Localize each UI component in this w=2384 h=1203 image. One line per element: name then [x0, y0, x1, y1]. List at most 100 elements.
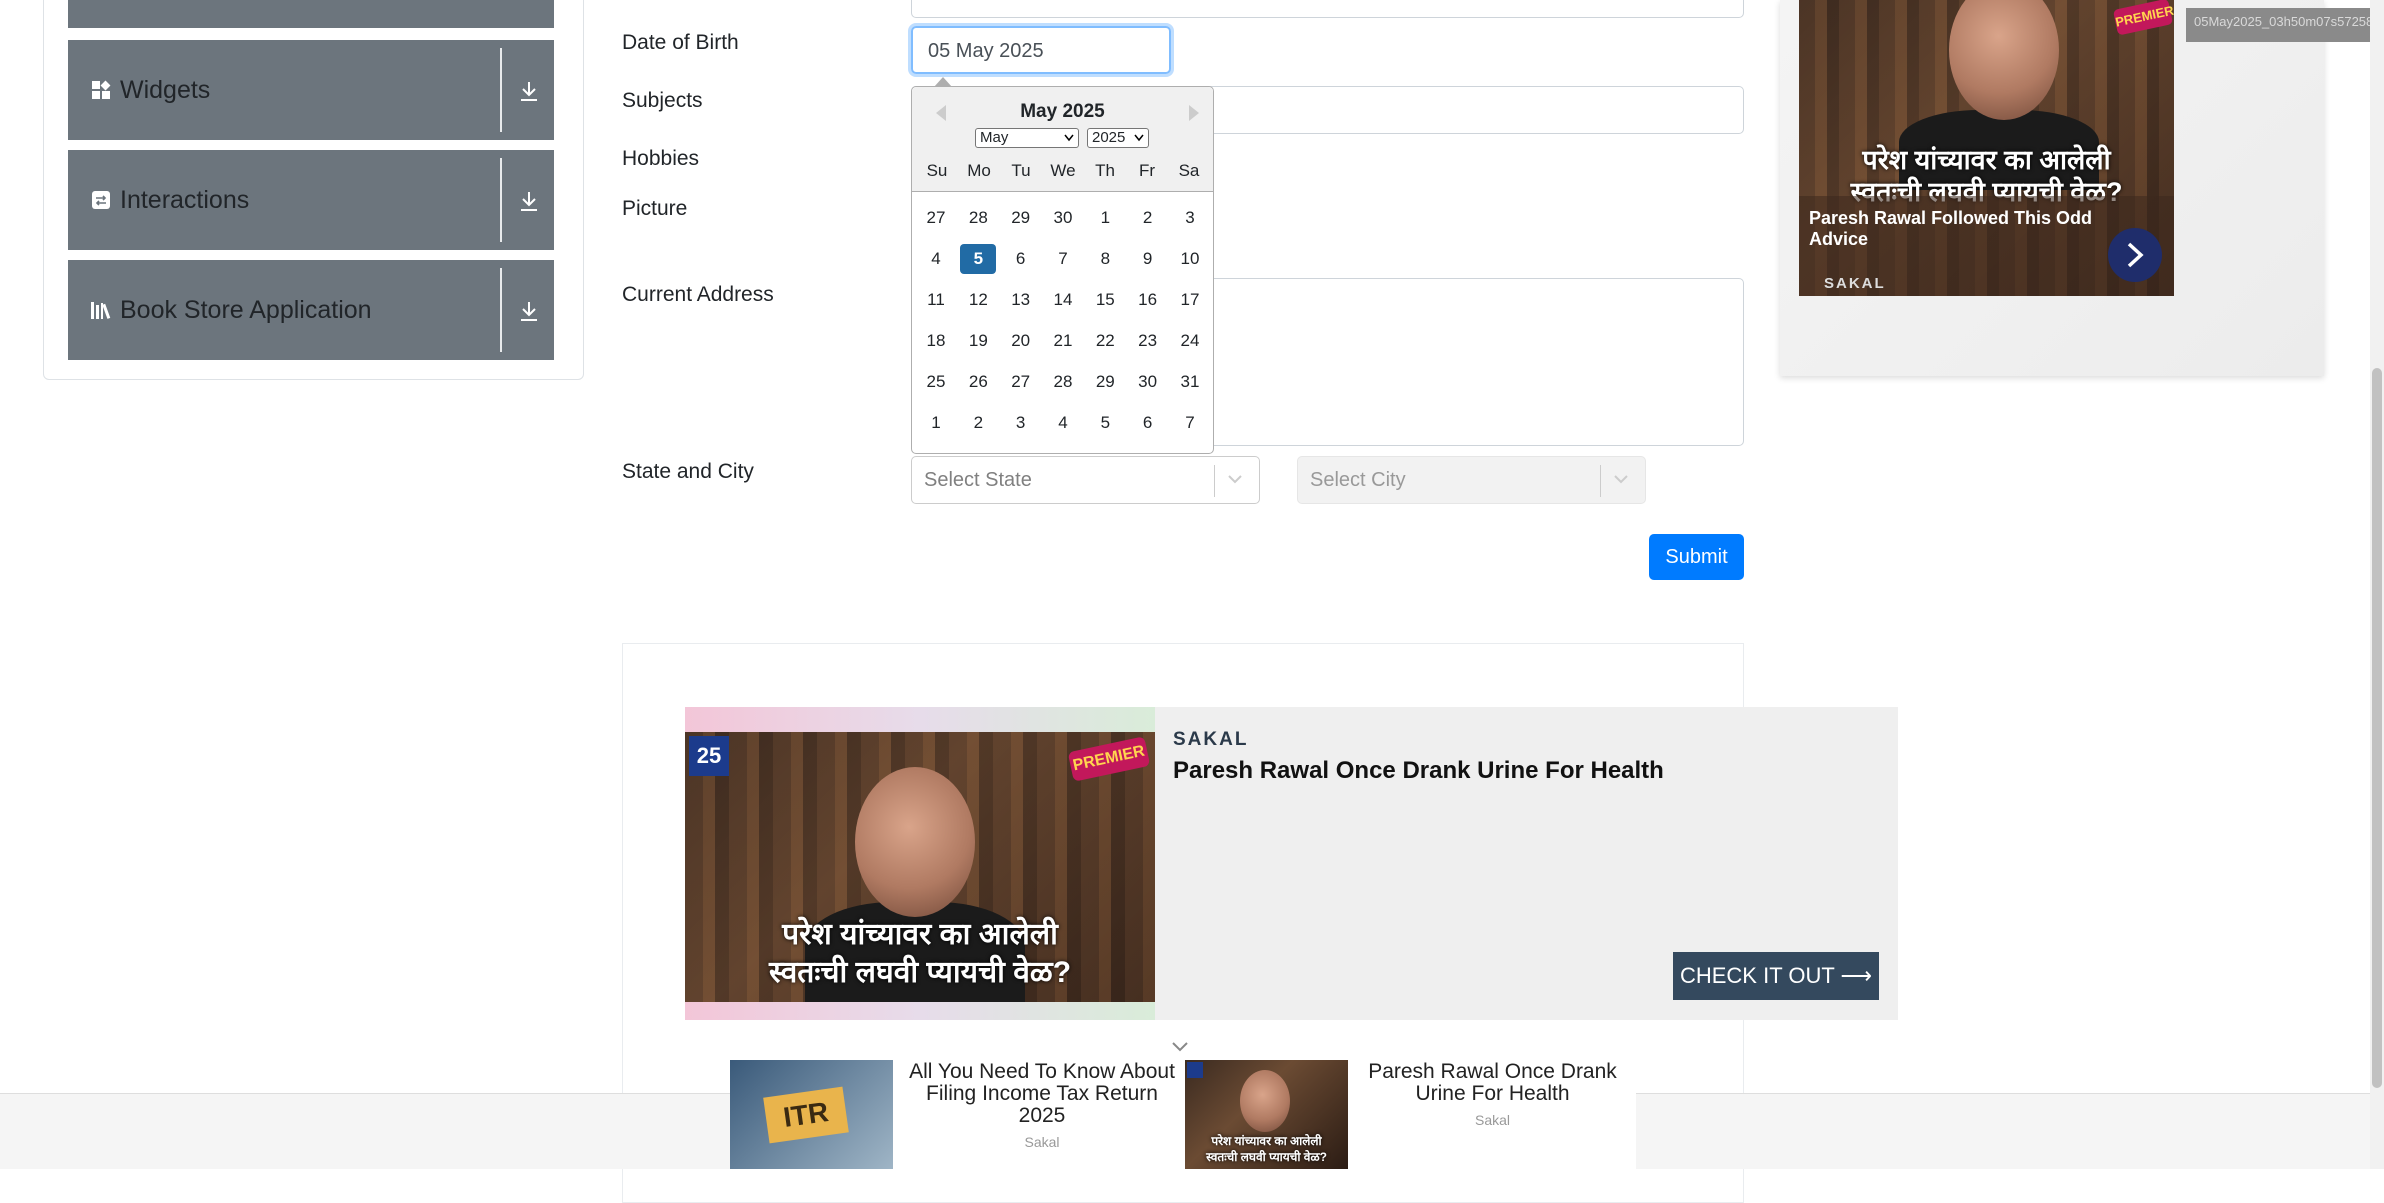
calendar-day[interactable]: 29 [1087, 367, 1123, 397]
submit-button[interactable]: Submit [1649, 534, 1744, 580]
calendar-day[interactable]: 22 [1087, 326, 1123, 356]
calendar-day[interactable]: 3 [1172, 203, 1208, 233]
calendar-day[interactable]: 26 [960, 367, 996, 397]
bottom-card-image[interactable]: ITR [730, 1060, 893, 1169]
download-icon [516, 78, 542, 104]
chevron-down-icon [1611, 469, 1631, 489]
year-select[interactable]: 2025 [1087, 128, 1149, 148]
day-name: Fr [1138, 161, 1156, 180]
calendar-day[interactable]: 24 [1172, 326, 1208, 356]
bottom-card-title[interactable]: Paresh Rawal Once Drank Urine For Health [1355, 1061, 1630, 1105]
subjects-label: Subjects [622, 89, 703, 112]
calendar-day[interactable]: 31 [1172, 367, 1208, 397]
calendar-day[interactable]: 5 [960, 244, 997, 274]
calendar-day[interactable]: 13 [1003, 285, 1039, 315]
calendar-day[interactable]: 12 [960, 285, 996, 315]
sidebar-item-book-store[interactable]: Book Store Application [68, 260, 554, 360]
dob-label: Date of Birth [622, 31, 739, 54]
dob-input[interactable]: 05 May 2025 [911, 26, 1171, 74]
calendar-day[interactable]: 30 [1130, 367, 1166, 397]
calendar-day[interactable]: 27 [918, 203, 954, 233]
next-month-icon[interactable] [1189, 105, 1199, 121]
calendar-day[interactable]: 29 [1003, 203, 1039, 233]
calendar-day[interactable]: 17 [1172, 285, 1208, 315]
month-select[interactable]: May [975, 128, 1079, 148]
city-select[interactable]: Select City [1297, 456, 1646, 504]
calendar-day[interactable]: 1 [918, 408, 954, 438]
ad-image: 25 PREMIER परेश यांच्यावर का आलेली स्वतः… [685, 732, 1155, 1002]
sidebar-item-interactions[interactable]: Interactions [68, 150, 554, 250]
ad-image-caption-2: स्वतःची लघवी प्यायची वेळ? [768, 956, 1072, 989]
calendar-day[interactable]: 8 [1087, 244, 1123, 274]
calendar-day[interactable]: 21 [1045, 326, 1081, 356]
calendar-day[interactable]: 10 [1172, 244, 1208, 274]
week-row: 11 12 13 14 15 16 17 [918, 285, 1208, 315]
day-name: Su [926, 161, 948, 180]
week-row: 25 26 27 28 29 30 31 [918, 367, 1208, 397]
scrollbar-thumb[interactable] [2372, 368, 2382, 1088]
book-store-icon [90, 299, 112, 321]
week-row: 18 19 20 21 22 23 24 [918, 326, 1208, 356]
calendar-day[interactable]: 1 [1087, 203, 1123, 233]
calendar-day[interactable]: 25 [918, 367, 954, 397]
calendar-day[interactable]: 15 [1087, 285, 1123, 315]
calendar-day[interactable]: 4 [918, 244, 954, 274]
calendar-day[interactable]: 16 [1130, 285, 1166, 315]
day-name: We [1050, 161, 1076, 180]
calendar-day[interactable]: 27 [1003, 367, 1039, 397]
calendar-day[interactable]: 6 [1130, 408, 1166, 438]
calendar-day[interactable]: 2 [1130, 203, 1166, 233]
calendar-day[interactable]: 23 [1130, 326, 1166, 356]
download-icon [516, 298, 542, 324]
right-ad-text[interactable]: Paresh Rawal Followed This Odd Advice [1809, 208, 2109, 250]
calendar-day[interactable]: 30 [1045, 203, 1081, 233]
interactions-icon [90, 189, 112, 211]
ad-image-caption-1: परेश यांच्यावर का आलेली [782, 918, 1058, 951]
state-city-label: State and City [622, 460, 754, 483]
sidebar-item-widgets[interactable]: Widgets [68, 40, 554, 140]
chevron-down-icon [1225, 469, 1245, 489]
state-select[interactable]: Select State [911, 456, 1260, 504]
ad-headline[interactable]: Paresh Rawal Once Drank Urine For Health [1173, 757, 1664, 785]
calendar-day[interactable]: 7 [1045, 244, 1081, 274]
calendar-day[interactable]: 4 [1045, 408, 1081, 438]
itr-block: ITR [763, 1086, 849, 1144]
calendar-day[interactable]: 6 [1003, 244, 1039, 274]
bottom-card-source: Sakal [1024, 1134, 1060, 1150]
calendar-day[interactable]: 11 [918, 285, 954, 315]
right-ad-source: SAKAL [1824, 275, 1886, 292]
calendar-day[interactable]: 20 [1003, 326, 1039, 356]
chevron-down-icon[interactable] [1170, 1040, 1190, 1054]
ad-source: SAKAL [1173, 729, 1249, 750]
check-it-out-button[interactable]: CHECK IT OUT ⟶ [1673, 952, 1879, 1000]
calendar-day[interactable]: 5 [1087, 408, 1123, 438]
sidebar-item-elements[interactable] [68, 0, 554, 28]
calendar-day[interactable]: 19 [960, 326, 996, 356]
calendar-day[interactable]: 18 [918, 326, 954, 356]
sidebar-item-label: Widgets [120, 75, 211, 104]
widgets-icon [90, 79, 112, 101]
calendar-day[interactable]: 3 [1003, 408, 1039, 438]
city-placeholder: Select City [1310, 469, 1406, 491]
mobile-field[interactable]: 7474237457 [911, 0, 1744, 18]
bottom-card-image[interactable]: परेश यांच्यावर का आलेली स्वतःची लघवी प्य… [1185, 1060, 1348, 1169]
sidebar-item-label: Book Store Application [120, 295, 372, 324]
calendar-day[interactable]: 28 [1045, 367, 1081, 397]
datepicker: May 2025 May 2025 Su Mo Tu We Th Fr Sa 2… [911, 77, 1214, 454]
day-names-row: Su Mo Tu We Th Fr Sa [918, 161, 1208, 181]
picture-label: Picture [622, 197, 688, 220]
calendar-day[interactable]: 2 [960, 408, 996, 438]
datepicker-header: May 2025 May 2025 Su Mo Tu We Th Fr Sa [912, 87, 1213, 192]
day-name: Th [1095, 161, 1115, 180]
calendar-day[interactable]: 7 [1172, 408, 1208, 438]
datepicker-arrow [934, 77, 952, 87]
calendar-day[interactable]: 9 [1130, 244, 1166, 274]
calendar-day[interactable]: 14 [1045, 285, 1081, 315]
week-row: 1234567 [918, 408, 1208, 438]
day-name: Mo [967, 161, 991, 180]
calendar-day[interactable]: 28 [960, 203, 996, 233]
bottom-card-title[interactable]: All You Need To Know About Filing Income… [902, 1061, 1182, 1127]
download-icon [516, 188, 542, 214]
week-row: 4 5 6 7 8 9 10 [918, 244, 1208, 274]
next-arrow-button[interactable] [2108, 228, 2162, 282]
